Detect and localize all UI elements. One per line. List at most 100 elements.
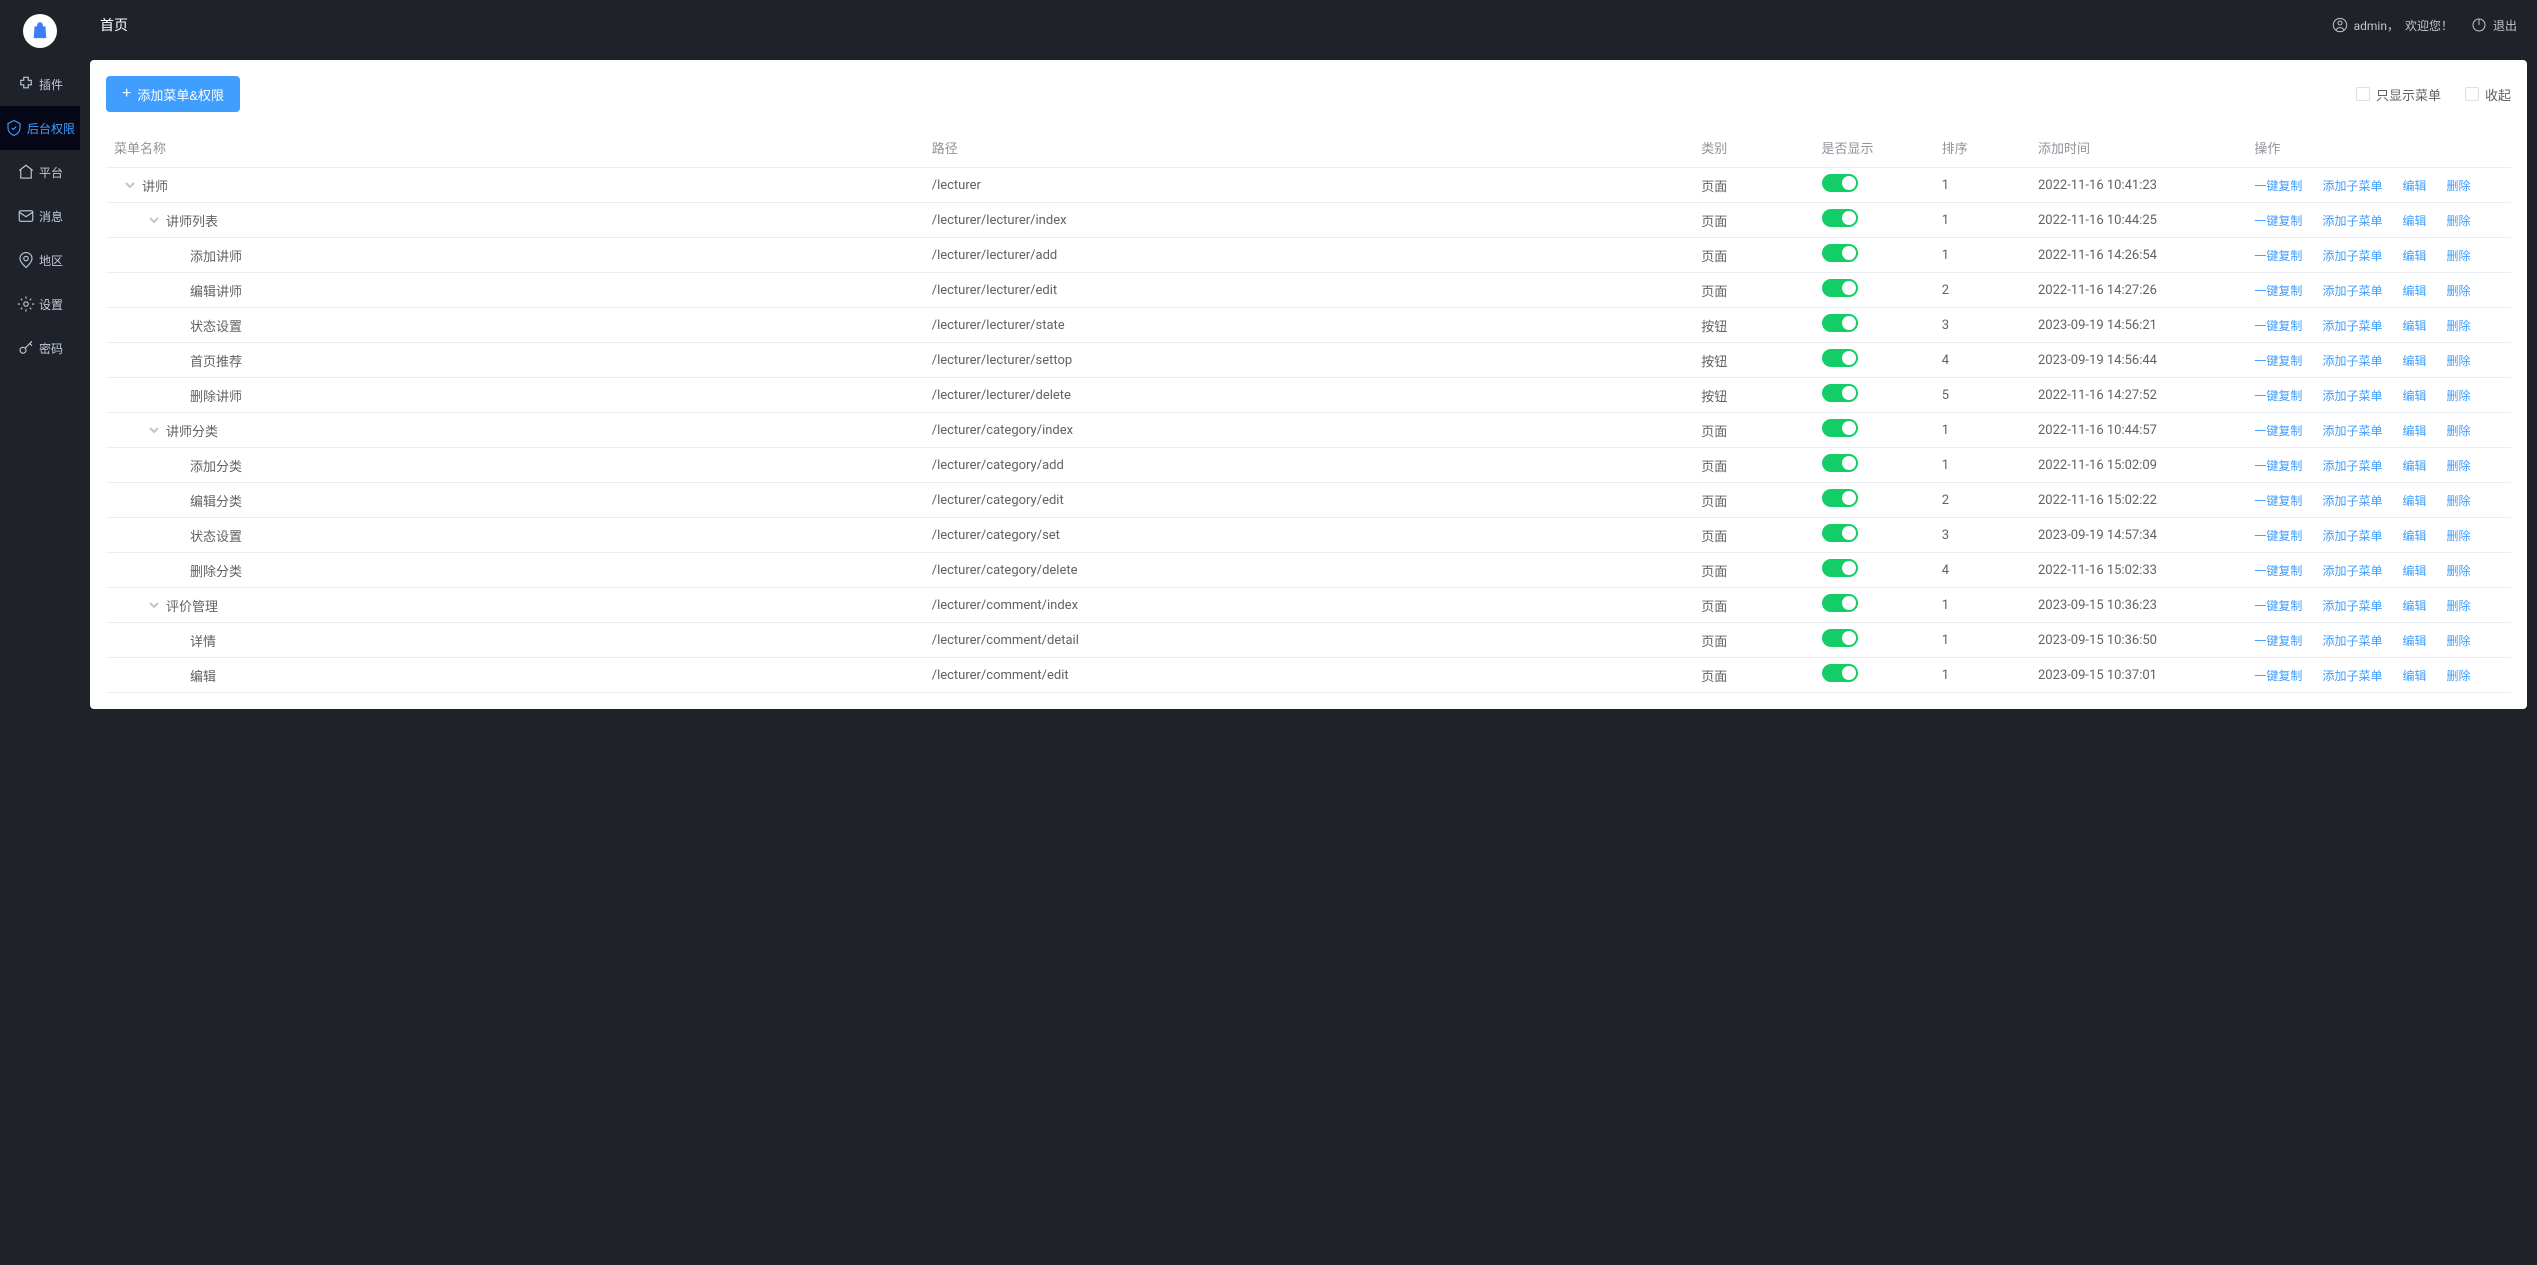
- op-add-sub[interactable]: 添加子菜单: [2322, 177, 2382, 194]
- user-menu[interactable]: admin， 欢迎您！: [2332, 17, 2453, 34]
- op-delete[interactable]: 删除: [2446, 632, 2470, 649]
- table-row: 编辑/lecturer/comment/edit页面12023-09-15 10…: [106, 658, 2511, 693]
- op-add-sub[interactable]: 添加子菜单: [2322, 492, 2382, 509]
- op-copy[interactable]: 一键复制: [2254, 492, 2302, 509]
- plugin-icon: [17, 75, 35, 93]
- op-add-sub[interactable]: 添加子菜单: [2322, 317, 2382, 334]
- op-copy[interactable]: 一键复制: [2254, 212, 2302, 229]
- op-edit[interactable]: 编辑: [2402, 317, 2426, 334]
- topbar: 首页 admin， 欢迎您！ 退出: [80, 0, 2537, 50]
- chevron-down-icon[interactable]: [148, 599, 160, 611]
- show-toggle[interactable]: [1822, 594, 1858, 612]
- op-copy[interactable]: 一键复制: [2254, 667, 2302, 684]
- show-toggle[interactable]: [1822, 314, 1858, 332]
- op-copy[interactable]: 一键复制: [2254, 597, 2302, 614]
- collapse-checkbox[interactable]: 收起: [2465, 85, 2511, 104]
- show-toggle[interactable]: [1822, 279, 1858, 297]
- op-add-sub[interactable]: 添加子菜单: [2322, 597, 2382, 614]
- op-edit[interactable]: 编辑: [2402, 177, 2426, 194]
- op-edit[interactable]: 编辑: [2402, 422, 2426, 439]
- show-toggle[interactable]: [1822, 349, 1858, 367]
- sidebar-item-message[interactable]: 消息: [0, 194, 80, 238]
- op-add-sub[interactable]: 添加子菜单: [2322, 352, 2382, 369]
- show-toggle[interactable]: [1822, 209, 1858, 227]
- op-edit[interactable]: 编辑: [2402, 562, 2426, 579]
- op-edit[interactable]: 编辑: [2402, 457, 2426, 474]
- op-delete[interactable]: 删除: [2446, 177, 2470, 194]
- op-copy[interactable]: 一键复制: [2254, 317, 2302, 334]
- show-toggle[interactable]: [1822, 559, 1858, 577]
- op-edit[interactable]: 编辑: [2402, 212, 2426, 229]
- row-sort: 2: [1934, 483, 2030, 518]
- show-toggle[interactable]: [1822, 664, 1858, 682]
- add-menu-button[interactable]: + 添加菜单&权限: [106, 76, 240, 112]
- show-toggle[interactable]: [1822, 419, 1858, 437]
- chevron-down-icon[interactable]: [148, 424, 160, 436]
- op-add-sub[interactable]: 添加子菜单: [2322, 422, 2382, 439]
- op-add-sub[interactable]: 添加子菜单: [2322, 457, 2382, 474]
- op-delete[interactable]: 删除: [2446, 212, 2470, 229]
- sidebar-item-platform[interactable]: 平台: [0, 150, 80, 194]
- sidebar-item-password[interactable]: 密码: [0, 326, 80, 370]
- show-toggle[interactable]: [1822, 629, 1858, 647]
- op-edit[interactable]: 编辑: [2402, 632, 2426, 649]
- op-add-sub[interactable]: 添加子菜单: [2322, 212, 2382, 229]
- op-copy[interactable]: 一键复制: [2254, 352, 2302, 369]
- op-add-sub[interactable]: 添加子菜单: [2322, 562, 2382, 579]
- op-delete[interactable]: 删除: [2446, 667, 2470, 684]
- op-copy[interactable]: 一键复制: [2254, 282, 2302, 299]
- only-menu-checkbox[interactable]: 只显示菜单: [2356, 85, 2441, 104]
- op-add-sub[interactable]: 添加子菜单: [2322, 387, 2382, 404]
- row-path: /lecturer/category/edit: [924, 483, 1694, 518]
- sidebar-item-region[interactable]: 地区: [0, 238, 80, 282]
- op-copy[interactable]: 一键复制: [2254, 457, 2302, 474]
- op-edit[interactable]: 编辑: [2402, 247, 2426, 264]
- sidebar-item-auth[interactable]: 后台权限: [0, 106, 80, 150]
- op-delete[interactable]: 删除: [2446, 597, 2470, 614]
- show-toggle[interactable]: [1822, 244, 1858, 262]
- op-edit[interactable]: 编辑: [2402, 597, 2426, 614]
- op-copy[interactable]: 一键复制: [2254, 387, 2302, 404]
- op-edit[interactable]: 编辑: [2402, 282, 2426, 299]
- th-time: 添加时间: [2030, 128, 2246, 168]
- op-copy[interactable]: 一键复制: [2254, 177, 2302, 194]
- op-add-sub[interactable]: 添加子菜单: [2322, 667, 2382, 684]
- op-delete[interactable]: 删除: [2446, 527, 2470, 544]
- op-edit[interactable]: 编辑: [2402, 667, 2426, 684]
- op-copy[interactable]: 一键复制: [2254, 562, 2302, 579]
- show-toggle[interactable]: [1822, 524, 1858, 542]
- sidebar-item-settings[interactable]: 设置: [0, 282, 80, 326]
- op-edit[interactable]: 编辑: [2402, 527, 2426, 544]
- op-edit[interactable]: 编辑: [2402, 492, 2426, 509]
- row-name: 删除分类: [190, 561, 242, 580]
- op-add-sub[interactable]: 添加子菜单: [2322, 527, 2382, 544]
- op-delete[interactable]: 删除: [2446, 492, 2470, 509]
- op-copy[interactable]: 一键复制: [2254, 527, 2302, 544]
- row-name: 删除讲师: [190, 386, 242, 405]
- op-copy[interactable]: 一键复制: [2254, 247, 2302, 264]
- chevron-down-icon[interactable]: [124, 179, 136, 191]
- op-delete[interactable]: 删除: [2446, 352, 2470, 369]
- op-delete[interactable]: 删除: [2446, 422, 2470, 439]
- op-edit[interactable]: 编辑: [2402, 352, 2426, 369]
- op-add-sub[interactable]: 添加子菜单: [2322, 247, 2382, 264]
- chevron-down-icon[interactable]: [148, 214, 160, 226]
- op-add-sub[interactable]: 添加子菜单: [2322, 282, 2382, 299]
- show-toggle[interactable]: [1822, 174, 1858, 192]
- show-toggle[interactable]: [1822, 454, 1858, 472]
- show-toggle[interactable]: [1822, 489, 1858, 507]
- show-toggle[interactable]: [1822, 384, 1858, 402]
- op-delete[interactable]: 删除: [2446, 562, 2470, 579]
- op-edit[interactable]: 编辑: [2402, 387, 2426, 404]
- op-delete[interactable]: 删除: [2446, 387, 2470, 404]
- op-delete[interactable]: 删除: [2446, 247, 2470, 264]
- op-delete[interactable]: 删除: [2446, 282, 2470, 299]
- row-time: 2022-11-16 10:41:23: [2030, 168, 2246, 203]
- op-copy[interactable]: 一键复制: [2254, 422, 2302, 439]
- op-delete[interactable]: 删除: [2446, 317, 2470, 334]
- logout-button[interactable]: 退出: [2471, 17, 2517, 34]
- op-delete[interactable]: 删除: [2446, 457, 2470, 474]
- op-copy[interactable]: 一键复制: [2254, 632, 2302, 649]
- sidebar-item-plugin[interactable]: 插件: [0, 62, 80, 106]
- op-add-sub[interactable]: 添加子菜单: [2322, 632, 2382, 649]
